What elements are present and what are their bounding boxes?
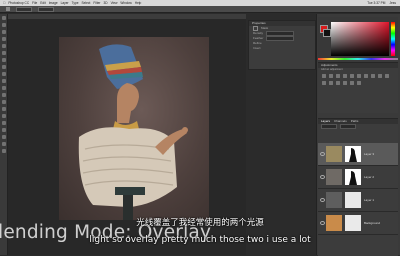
vibrance-icon[interactable] — [350, 74, 354, 78]
color-lookup-icon[interactable] — [322, 81, 326, 85]
properties-row-invert[interactable]: Invert — [249, 46, 315, 51]
user-name[interactable]: Jess — [389, 1, 396, 5]
layer-mask-thumbnail[interactable] — [345, 169, 361, 185]
zoom-tool-icon[interactable] — [1, 149, 6, 153]
visibility-eye-icon[interactable] — [320, 175, 325, 179]
hand-tool-icon[interactable] — [1, 142, 6, 146]
subtitle-english: light so overlay pretty much those two i… — [89, 235, 311, 245]
document-tab[interactable] — [8, 14, 246, 19]
menu-item-help[interactable]: Help — [135, 1, 142, 5]
crop-tool-icon[interactable] — [1, 44, 6, 48]
adjustment-icons — [318, 72, 398, 87]
tool-preset-icon[interactable] — [6, 7, 10, 11]
menu-item-file[interactable]: File — [32, 1, 37, 5]
pen-tool-icon[interactable] — [1, 114, 6, 118]
hue-slider[interactable] — [391, 22, 395, 56]
curves-icon[interactable] — [336, 74, 340, 78]
visibility-eye-icon[interactable] — [320, 198, 325, 202]
shape-tool-icon[interactable] — [1, 135, 6, 139]
menu-item-select[interactable]: Select — [82, 1, 91, 5]
quick-select-tool-icon[interactable] — [1, 37, 6, 41]
color-picker-field[interactable] — [331, 22, 389, 56]
selective-color-icon[interactable] — [357, 81, 361, 85]
option-dropdown-2[interactable] — [38, 6, 54, 12]
subtitle-chinese: 光线覆盖了我经常使用的两个光源 — [136, 218, 264, 228]
clock: Tue 3:37 PM — [367, 1, 386, 5]
type-tool-icon[interactable] — [1, 121, 6, 125]
background-color-swatch[interactable] — [323, 29, 331, 37]
feather-input[interactable] — [266, 36, 295, 41]
layer-thumbnail — [326, 192, 342, 208]
healing-tool-icon[interactable] — [1, 58, 6, 62]
move-tool-icon[interactable] — [1, 16, 6, 20]
options-bar — [0, 6, 400, 13]
gradient-map-icon[interactable] — [350, 81, 354, 85]
menu-item-edit[interactable]: Edit — [40, 1, 46, 5]
visibility-eye-icon[interactable] — [320, 152, 325, 156]
layer-thumbnail — [326, 146, 342, 162]
history-brush-tool-icon[interactable] — [1, 79, 6, 83]
menu-item-type[interactable]: Type — [72, 1, 79, 5]
blend-mode-dropdown[interactable] — [321, 124, 337, 129]
menu-item-3d[interactable]: 3D — [103, 1, 107, 5]
threshold-icon[interactable] — [343, 81, 347, 85]
swatches-strip[interactable] — [318, 58, 398, 60]
clone-stamp-tool-icon[interactable] — [1, 72, 6, 76]
marquee-tool-icon[interactable] — [1, 23, 6, 27]
layer-name[interactable]: Layer 3 — [364, 152, 374, 156]
eyedropper-tool-icon[interactable] — [1, 51, 6, 55]
menu-item-filter[interactable]: Filter — [93, 1, 100, 5]
menu-item-app[interactable]: Photoshop CC — [8, 1, 29, 5]
layer-name[interactable]: Layer 2 — [364, 175, 374, 179]
lasso-tool-icon[interactable] — [1, 30, 6, 34]
photo-filter-icon[interactable] — [378, 74, 382, 78]
layer-mask-thumbnail[interactable] — [345, 146, 361, 162]
brightness-icon[interactable] — [322, 74, 326, 78]
document-canvas-photo[interactable] — [59, 37, 209, 220]
levels-icon[interactable] — [329, 74, 333, 78]
eraser-tool-icon[interactable] — [1, 86, 6, 90]
layer-thumbnail — [326, 169, 342, 185]
adjustments-panel: Adjustments Add an adjustment — [318, 62, 398, 113]
properties-panel: Properties Mask Density Feather Refine I… — [248, 20, 316, 70]
layer-name[interactable]: Layer 1 — [364, 198, 374, 202]
path-select-tool-icon[interactable] — [1, 128, 6, 132]
layer-row[interactable]: Layer 1 — [318, 189, 398, 212]
hue-saturation-icon[interactable] — [357, 74, 361, 78]
layer-row[interactable]: Layer 3 — [318, 143, 398, 166]
menu-item-view[interactable]: View — [111, 1, 118, 5]
apple-icon[interactable]:  — [3, 1, 5, 5]
exposure-icon[interactable] — [343, 74, 347, 78]
black-white-icon[interactable] — [371, 74, 375, 78]
menu-item-layer[interactable]: Layer — [61, 1, 69, 5]
posterize-icon[interactable] — [336, 81, 340, 85]
opacity-input[interactable] — [340, 124, 356, 129]
menu-item-image[interactable]: Image — [49, 1, 58, 5]
layer-row[interactable]: Layer 2 — [318, 166, 398, 189]
layer-controls — [318, 124, 398, 129]
invert-icon[interactable] — [329, 81, 333, 85]
color-balance-icon[interactable] — [364, 74, 368, 78]
menu-item-window[interactable]: Window — [120, 1, 131, 5]
properties-label: Invert — [253, 46, 261, 50]
dodge-tool-icon[interactable] — [1, 107, 6, 111]
portrait-illustration — [78, 44, 188, 220]
option-dropdown[interactable] — [16, 6, 32, 12]
channel-mixer-icon[interactable] — [385, 74, 389, 78]
layer-mask-thumbnail[interactable] — [345, 192, 361, 208]
blur-tool-icon[interactable] — [1, 100, 6, 104]
brush-tool-icon[interactable] — [1, 65, 6, 69]
gradient-tool-icon[interactable] — [1, 93, 6, 97]
